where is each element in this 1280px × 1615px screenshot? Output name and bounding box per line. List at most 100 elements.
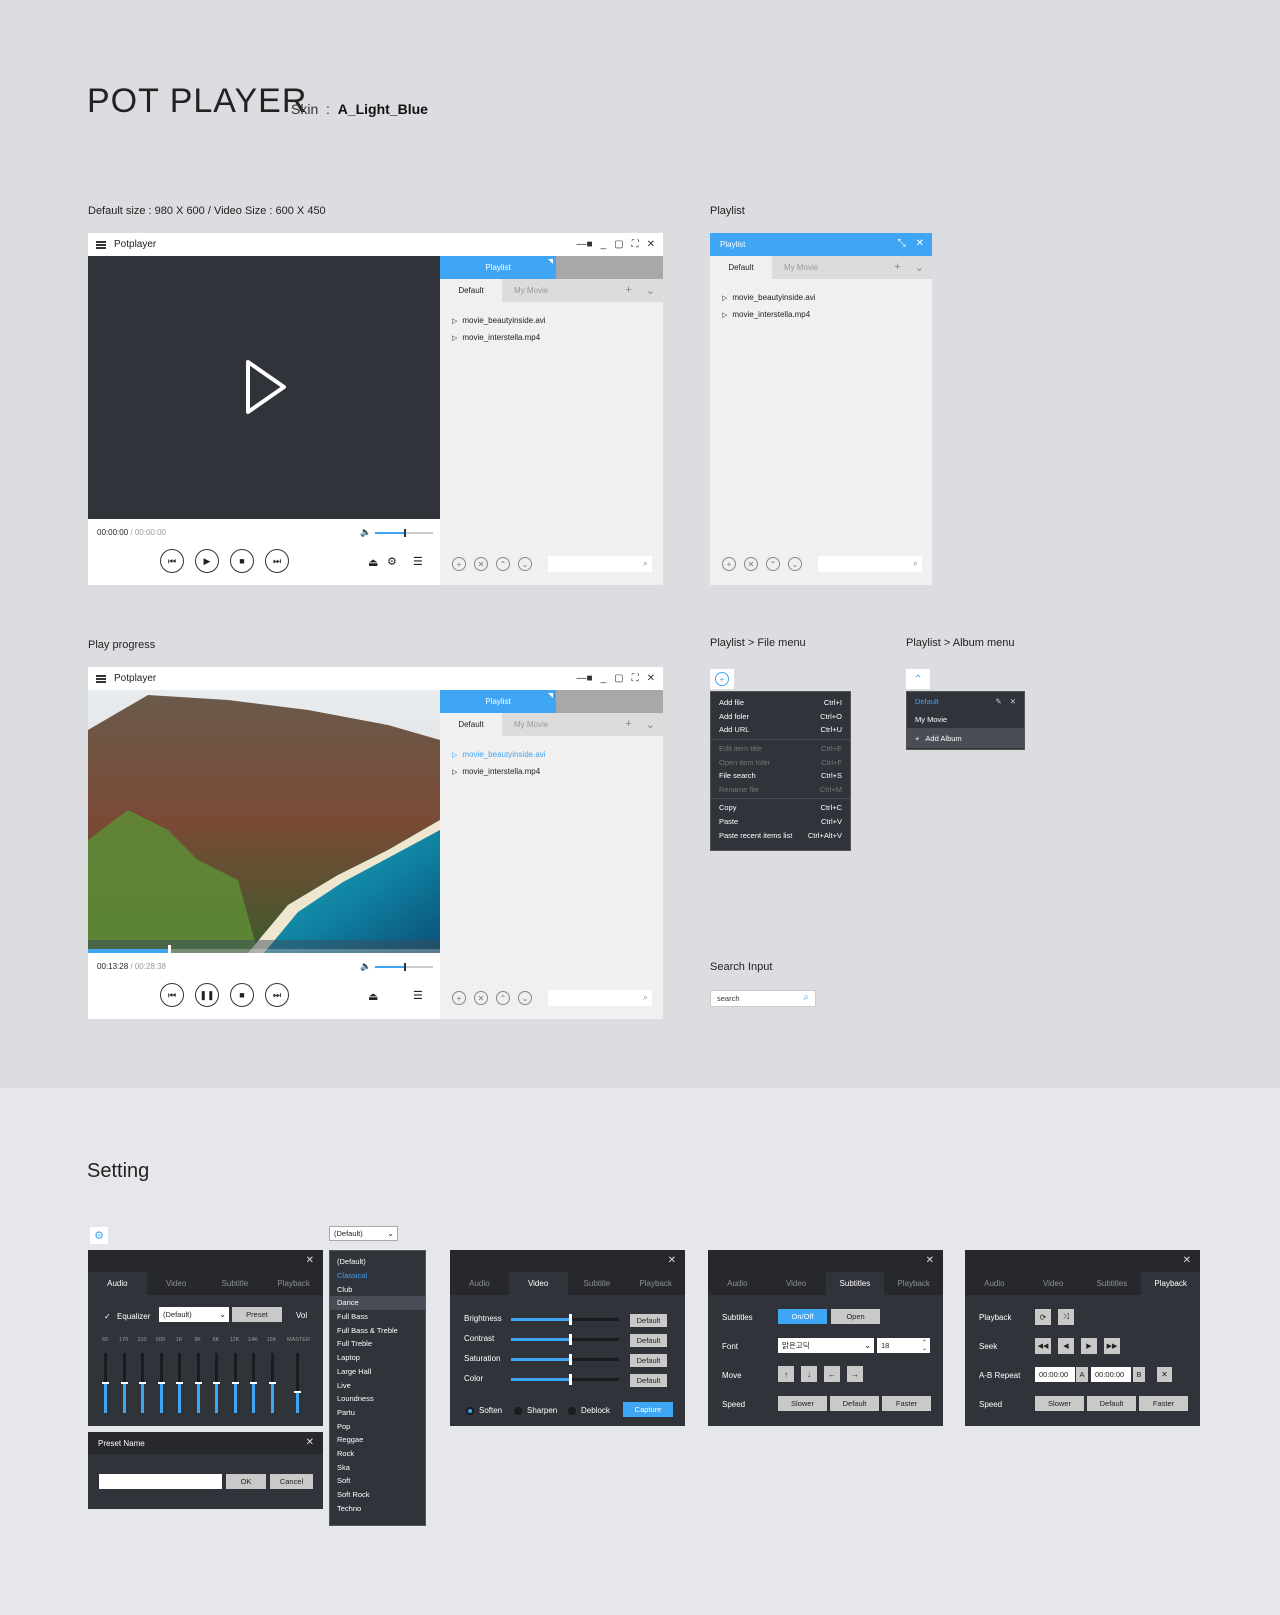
list-item[interactable]: ▷ movie_interstella.mp4	[710, 306, 932, 323]
minimize-icon[interactable]: _	[601, 673, 607, 684]
subtitles-open-button[interactable]: Open	[831, 1309, 880, 1324]
default-button[interactable]: Default	[1087, 1396, 1136, 1411]
search-icon[interactable]: ⌕	[643, 992, 648, 1003]
remove-icon[interactable]: ✕	[474, 991, 488, 1005]
preset-option[interactable]: Techno	[330, 1501, 425, 1515]
add-icon[interactable]: +	[452, 991, 466, 1005]
search-icon[interactable]: ⌕	[803, 992, 809, 1003]
video-adjust-slider[interactable]	[511, 1354, 619, 1365]
tab-subtitles[interactable]: Subtitles	[825, 1272, 885, 1295]
eq-slider-handle[interactable]	[194, 1382, 202, 1384]
eq-slider-handle[interactable]	[102, 1382, 109, 1384]
eq-slider[interactable]	[102, 1353, 109, 1413]
slider-handle[interactable]	[569, 1374, 573, 1385]
eq-slider[interactable]	[213, 1353, 220, 1413]
tab-playback[interactable]: Playback	[626, 1272, 685, 1295]
remove-icon[interactable]: ✕	[474, 557, 488, 571]
eq-slider-handle[interactable]	[268, 1382, 276, 1384]
repeat-icon[interactable]: ⟳	[1035, 1309, 1051, 1325]
menu-item[interactable]: Paste recent items list Ctrl+Alt+V	[711, 828, 850, 842]
radio-icon[interactable]	[514, 1406, 522, 1415]
slower-button[interactable]: Slower	[1035, 1396, 1084, 1411]
minimize-icon[interactable]: _	[601, 239, 607, 250]
pause-button[interactable]: ❚❚	[195, 983, 219, 1007]
rewind-icon[interactable]: ◀◀	[1035, 1338, 1051, 1354]
edit-icon[interactable]: ✎	[995, 697, 1001, 706]
next-button[interactable]: ⏭	[265, 983, 289, 1007]
filter-soften[interactable]: Soften	[466, 1406, 502, 1415]
tab-video[interactable]: Video	[1024, 1272, 1083, 1295]
tab-subtitle[interactable]: Subtitle	[568, 1272, 627, 1295]
b-time-input[interactable]: 00:00:00	[1091, 1367, 1131, 1382]
eq-slider-handle[interactable]	[157, 1382, 165, 1384]
arrow-right-icon[interactable]: →	[847, 1366, 863, 1382]
tab-audio[interactable]: Audio	[965, 1272, 1024, 1295]
close-icon[interactable]: ✕	[926, 1255, 934, 1266]
preset-option[interactable]: Pop	[330, 1419, 425, 1433]
next-button[interactable]: ⏭	[265, 549, 289, 573]
eq-slider[interactable]	[194, 1353, 202, 1413]
speaker-icon[interactable]: 🔈	[360, 527, 371, 538]
subtitles-onoff-button[interactable]: On/Off	[778, 1309, 827, 1324]
menu-icon[interactable]	[96, 674, 106, 683]
eq-slider-handle[interactable]	[213, 1382, 220, 1384]
checkbox-icon[interactable]: ✓	[104, 1312, 113, 1321]
preset-option[interactable]: Dance	[330, 1296, 425, 1310]
move-down-icon[interactable]: ⌄	[788, 557, 802, 571]
menu-item[interactable]: Add file Ctrl+I	[711, 696, 850, 710]
ok-button[interactable]: OK	[226, 1474, 266, 1489]
maximize-icon[interactable]: ▢	[614, 239, 623, 250]
eq-slider[interactable]	[139, 1353, 146, 1413]
eq-slider[interactable]	[176, 1353, 183, 1413]
step-forward-icon[interactable]: ▶	[1081, 1338, 1097, 1354]
default-button[interactable]: Default	[630, 1374, 667, 1387]
default-button[interactable]: Default	[830, 1396, 879, 1411]
video-adjust-slider[interactable]	[511, 1314, 619, 1325]
play-overlay-icon[interactable]	[88, 256, 440, 519]
pin-icon[interactable]: —■	[577, 239, 593, 250]
slider-handle[interactable]	[569, 1334, 573, 1345]
filter-deblock[interactable]: Deblock	[568, 1406, 610, 1415]
add-icon[interactable]: +	[722, 557, 736, 571]
tab-my-movie[interactable]: My Movie	[502, 279, 548, 302]
tab-playback[interactable]: Playback	[1141, 1272, 1200, 1295]
move-up-icon[interactable]: ⌃	[766, 557, 780, 571]
font-select[interactable]: 맑은고딕 ⌄	[778, 1338, 874, 1353]
close-icon[interactable]: ✕	[306, 1437, 314, 1448]
radio-icon[interactable]	[466, 1406, 474, 1415]
preset-option[interactable]: Soft	[330, 1474, 425, 1488]
slider-handle[interactable]	[569, 1314, 573, 1325]
eq-slider[interactable]	[250, 1353, 257, 1413]
close-icon[interactable]: ✕	[1183, 1255, 1191, 1266]
tab-video[interactable]: Video	[147, 1272, 206, 1295]
shuffle-icon[interactable]: ⤨	[1058, 1309, 1074, 1325]
close-icon[interactable]: ✕	[647, 673, 655, 684]
eq-slider-handle[interactable]	[120, 1382, 128, 1384]
cancel-button[interactable]: Cancel	[270, 1474, 313, 1489]
default-button[interactable]: Default	[630, 1334, 667, 1347]
preset-option[interactable]: Live	[330, 1378, 425, 1392]
tab-default[interactable]: Default	[710, 256, 772, 279]
list-item-playing[interactable]: ▷ movie_beautyinside.avi	[440, 746, 663, 763]
prev-button[interactable]: ⏮	[160, 549, 184, 573]
tab-subtitle[interactable]: Subtitle	[206, 1272, 265, 1295]
equalizer-toggle[interactable]: ✓ Equalizer	[104, 1312, 150, 1321]
add-icon[interactable]: +	[715, 672, 729, 686]
tab-audio[interactable]: Audio	[708, 1272, 767, 1295]
arrow-down-icon[interactable]: ↓	[801, 1366, 817, 1382]
album-item-my-movie[interactable]: My Movie	[907, 710, 1024, 728]
eq-slider-handle[interactable]	[176, 1382, 183, 1384]
chevron-down-icon[interactable]: ⌄	[915, 261, 924, 274]
tab-audio[interactable]: Audio	[450, 1272, 509, 1295]
eq-slider-handle[interactable]	[139, 1382, 146, 1384]
list-item[interactable]: ▷ movie_interstella.mp4	[440, 763, 663, 780]
radio-icon[interactable]	[568, 1406, 576, 1415]
preset-option[interactable]: Full Treble	[330, 1337, 425, 1351]
eq-slider[interactable]	[294, 1353, 301, 1413]
add-album-icon[interactable]: +	[625, 284, 631, 297]
menu-icon[interactable]	[96, 240, 106, 249]
default-button[interactable]: Default	[630, 1354, 667, 1367]
tab-playlist[interactable]: Playlist	[440, 256, 556, 279]
playlist-toggle-icon[interactable]: ☰	[413, 989, 423, 1002]
tab-subtitles[interactable]: Subtitles	[1083, 1272, 1142, 1295]
